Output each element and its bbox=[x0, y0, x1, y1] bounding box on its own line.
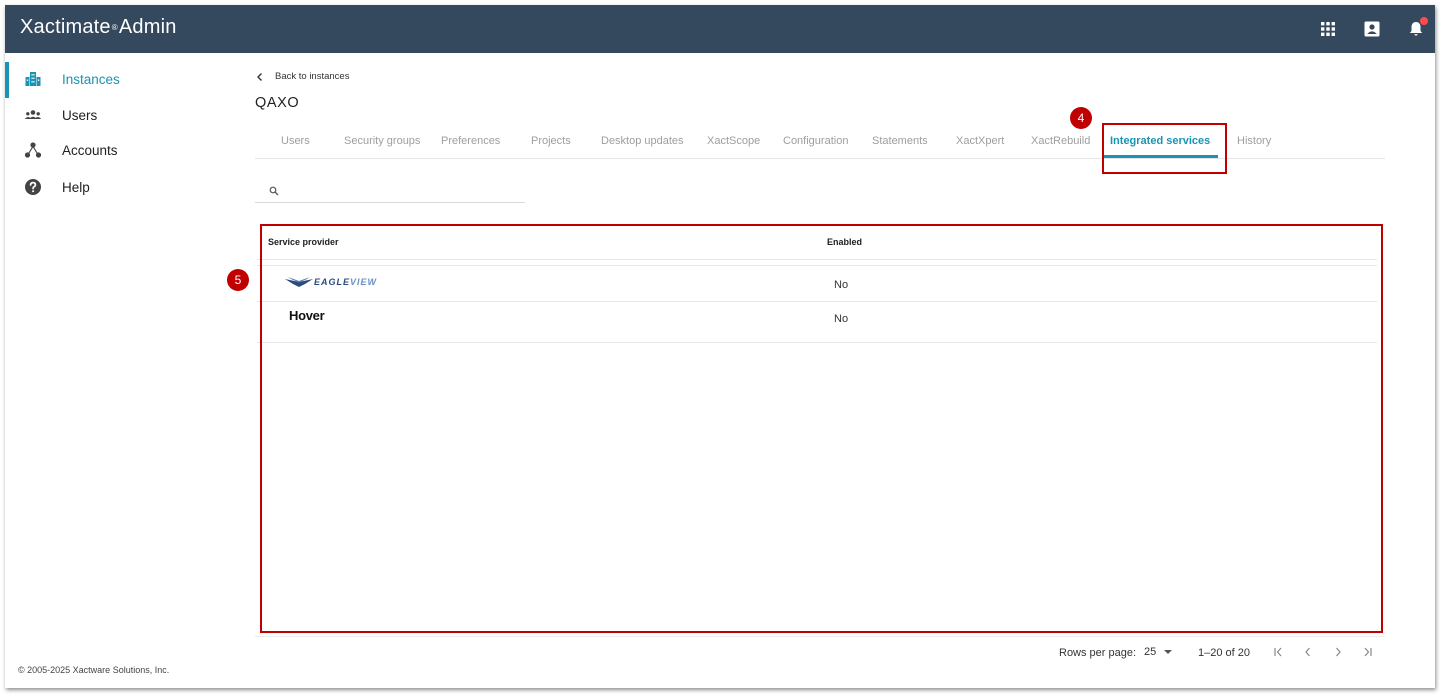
notification-bell-icon[interactable] bbox=[1407, 17, 1428, 38]
pagination-bar: Rows per page: 25 1–20 of 20 bbox=[255, 636, 1385, 666]
last-page-icon[interactable] bbox=[1361, 645, 1375, 659]
column-header-service-provider[interactable]: Service provider bbox=[268, 237, 339, 247]
tab-integrated-services[interactable]: Integrated services bbox=[1102, 123, 1219, 159]
app-window: Xactimate®Admin Instances Users Accounts… bbox=[5, 5, 1435, 688]
help-circle-icon bbox=[23, 177, 43, 197]
notification-dot bbox=[1420, 17, 1428, 25]
instance-tabs: Users Security groups Preferences Projec… bbox=[255, 123, 1385, 159]
rows-per-page-label: Rows per page: bbox=[1059, 647, 1137, 659]
search-input[interactable] bbox=[287, 180, 517, 202]
pagination-range: 1–20 of 20 bbox=[1198, 647, 1250, 659]
next-page-icon[interactable] bbox=[1331, 645, 1345, 659]
rows-per-page-value: 25 bbox=[1144, 646, 1157, 658]
copyright-footer: © 2005-2025 Xactware Solutions, Inc. bbox=[18, 665, 170, 675]
tab-xactscope[interactable]: XactScope bbox=[707, 123, 760, 159]
sidebar-item-help[interactable]: Help bbox=[5, 170, 235, 204]
tab-statements[interactable]: Statements bbox=[872, 123, 928, 159]
chevron-left-icon bbox=[257, 72, 262, 81]
tab-security-groups[interactable]: Security groups bbox=[344, 123, 420, 159]
tab-label: Integrated services bbox=[1110, 135, 1211, 147]
registered-mark: ® bbox=[111, 23, 118, 33]
tab-configuration[interactable]: Configuration bbox=[783, 123, 848, 159]
previous-page-icon[interactable] bbox=[1301, 645, 1315, 659]
top-app-bar: Xactimate®Admin bbox=[5, 5, 1435, 53]
tab-desktop-updates[interactable]: Desktop updates bbox=[601, 123, 684, 159]
app-title-suffix: Admin bbox=[118, 16, 177, 38]
table-row[interactable]: Hover No bbox=[257, 302, 1377, 343]
services-table: Service provider Enabled EAGLEVIEW No Ho… bbox=[257, 225, 1377, 630]
back-link-label: Back to instances bbox=[275, 71, 350, 82]
sidebar: Instances Users Accounts Help bbox=[5, 53, 235, 688]
sidebar-item-label: Users bbox=[62, 107, 98, 123]
search-box[interactable] bbox=[255, 180, 525, 203]
tab-preferences[interactable]: Preferences bbox=[441, 123, 500, 159]
tab-history[interactable]: History bbox=[1237, 123, 1271, 159]
active-tab-indicator bbox=[1102, 155, 1219, 158]
back-to-instances-link[interactable]: Back to instances bbox=[255, 71, 349, 82]
apps-grid-icon[interactable] bbox=[1319, 20, 1337, 38]
eagle-wing-icon bbox=[285, 277, 313, 287]
page-title: QAXO bbox=[255, 95, 300, 111]
table-row[interactable]: EAGLEVIEW No bbox=[257, 265, 1377, 302]
sidebar-item-label: Instances bbox=[62, 71, 120, 87]
app-title[interactable]: Xactimate®Admin bbox=[20, 16, 177, 39]
enabled-cell: No bbox=[834, 279, 849, 291]
eagleview-logo: EAGLEVIEW bbox=[285, 276, 377, 288]
users-group-icon bbox=[23, 105, 43, 125]
column-header-enabled[interactable]: Enabled bbox=[827, 237, 862, 247]
callout-badge-4: 4 bbox=[1070, 107, 1092, 129]
contact-card-icon[interactable] bbox=[1363, 20, 1381, 38]
logo-text-view: VIEW bbox=[350, 277, 378, 287]
logo-text-eagle: EAGLE bbox=[314, 277, 351, 287]
tab-projects[interactable]: Projects bbox=[531, 123, 571, 159]
hierarchy-icon bbox=[23, 140, 43, 160]
building-icon bbox=[23, 69, 43, 89]
tab-xactxpert[interactable]: XactXpert bbox=[956, 123, 1004, 159]
enabled-cell: No bbox=[834, 313, 849, 325]
dropdown-caret-icon bbox=[1164, 650, 1173, 654]
sidebar-item-label: Accounts bbox=[62, 142, 118, 158]
search-icon bbox=[269, 186, 279, 196]
callout-badge-5: 5 bbox=[227, 269, 249, 291]
sidebar-item-users[interactable]: Users bbox=[5, 98, 235, 132]
hover-logo: Hover bbox=[289, 308, 325, 323]
sidebar-item-instances[interactable]: Instances bbox=[5, 62, 235, 98]
tab-users[interactable]: Users bbox=[281, 123, 310, 159]
sidebar-item-accounts[interactable]: Accounts bbox=[5, 133, 235, 167]
app-title-name: Xactimate bbox=[20, 16, 111, 38]
first-page-icon[interactable] bbox=[1271, 645, 1285, 659]
table-header: Service provider Enabled bbox=[257, 225, 1377, 260]
main-content: Back to instances QAXO Users Security gr… bbox=[227, 53, 1385, 688]
rows-per-page-select[interactable]: 25 bbox=[1144, 646, 1173, 658]
sidebar-item-label: Help bbox=[62, 179, 90, 195]
